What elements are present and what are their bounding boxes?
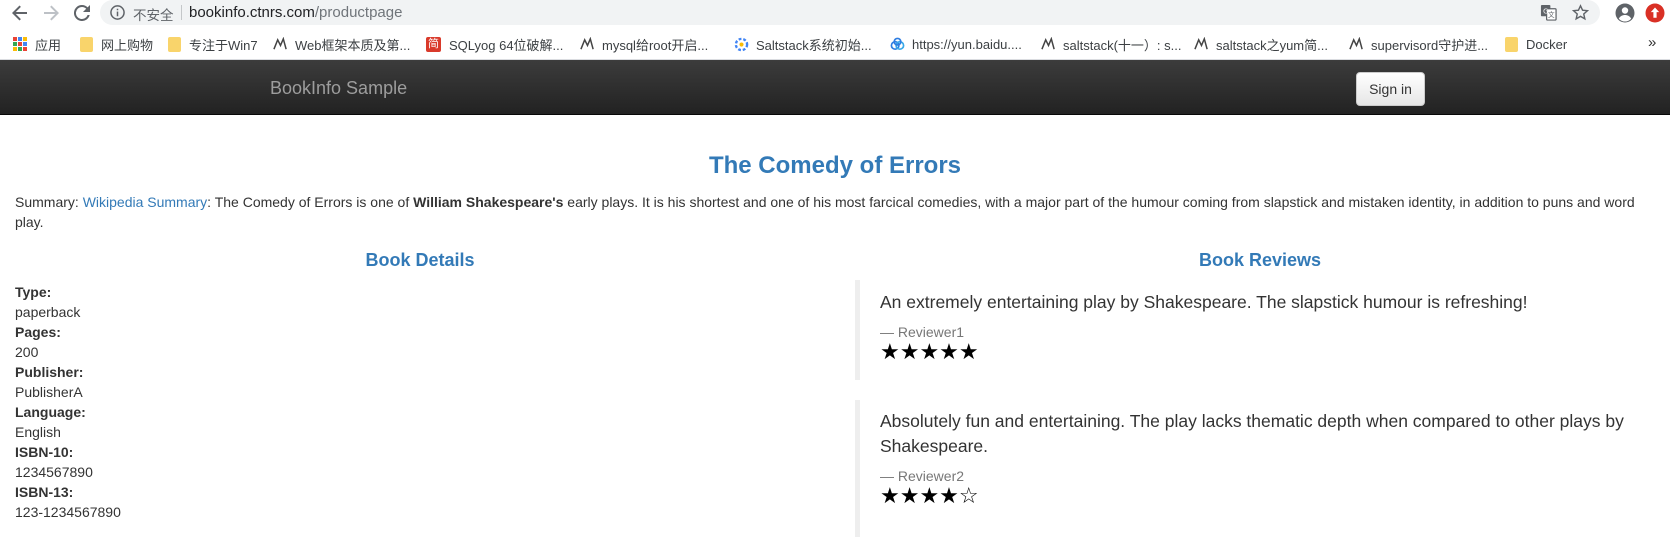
bookmark-label: Docker	[1526, 36, 1568, 52]
bookmark-label: 网上购物	[101, 37, 154, 53]
jian-icon: 简	[426, 36, 441, 52]
review-text: An extremely entertaining play by Shakes…	[880, 292, 1528, 312]
bookmark-docker[interactable]: Docker	[1505, 36, 1567, 52]
detail-value-isbn13: 123-1234567890	[15, 504, 121, 520]
apps-grid-icon	[13, 37, 27, 51]
url-path: /productpage	[314, 4, 403, 21]
navbar-brand[interactable]: BookInfo Sample	[270, 78, 407, 99]
book-reviews-heading: Book Reviews	[1198, 250, 1322, 270]
detail-label-isbn10: ISBN-10:	[15, 444, 74, 460]
folder-icon	[80, 36, 93, 52]
site-icon	[1349, 36, 1363, 51]
reload-icon[interactable]	[71, 2, 93, 24]
detail-label-pages: Pages:	[15, 324, 61, 340]
site-icon	[1041, 36, 1055, 51]
bookmark-label: 专注于Win7	[189, 37, 258, 53]
bookmark-label: SQLyog 64位破解...	[449, 37, 564, 53]
bookmark-label: supervisord守护进...	[1371, 37, 1489, 53]
update-available-icon[interactable]	[1645, 3, 1665, 28]
url-host: bookinfo.ctnrs.com	[189, 4, 315, 21]
folder-icon	[168, 36, 181, 52]
bookmark-label: mysql给root开启...	[602, 37, 709, 53]
bookmark-label: Saltstack系统初始...	[756, 37, 872, 53]
info-icon[interactable]	[110, 5, 125, 25]
bookmark-mysql[interactable]: mysql给root开启...	[580, 36, 709, 53]
detail-label-isbn13: ISBN-13:	[15, 484, 74, 500]
insecure-label: 不安全	[133, 8, 174, 23]
bookmark-star-icon[interactable]	[1571, 4, 1590, 26]
bookmarks-bar: 应用 网上购物 专注于Win7 Web框架本质及第... 简 SQLyog 64…	[0, 26, 1670, 60]
summary-author: William Shakespeare's	[413, 194, 564, 210]
detail-value-type: paperback	[15, 304, 81, 320]
svg-text:G: G	[1543, 7, 1548, 15]
bookmark-web-framework[interactable]: Web框架本质及第...	[273, 36, 411, 53]
folder-icon	[1505, 36, 1518, 52]
review-block: An extremely entertaining play by Shakes…	[855, 280, 1655, 380]
sign-in-button[interactable]: Sign in	[1356, 72, 1425, 106]
url-separator	[181, 5, 182, 20]
bookmark-apps[interactable]: 应用	[13, 36, 62, 53]
product-summary: Summary: Wikipedia Summary: The Comedy o…	[15, 192, 1655, 232]
bookmark-label: 应用	[35, 37, 62, 53]
svg-text:文: 文	[1548, 10, 1555, 19]
wikipedia-summary-link[interactable]: Wikipedia Summary	[83, 194, 207, 210]
detail-value-pages: 200	[15, 344, 39, 360]
bookmark-label: saltstack之yum简...	[1216, 37, 1328, 53]
review-text: Absolutely fun and entertaining. The pla…	[880, 411, 1624, 456]
book-details-list: Type: paperback Pages: 200 Publisher: Pu…	[15, 282, 121, 522]
forward-arrow-icon[interactable]	[40, 2, 62, 24]
bookmark-label: Web框架本质及第...	[295, 37, 411, 53]
site-icon	[580, 36, 594, 51]
product-title: The Comedy of Errors	[708, 152, 962, 179]
cloud-icon	[890, 37, 905, 51]
reviewer-name: — Reviewer1	[880, 324, 965, 340]
bookmark-label: https://yun.baidu....	[912, 36, 1022, 52]
bookmark-supervisord[interactable]: supervisord守护进...	[1349, 36, 1489, 53]
bookmark-win7[interactable]: 专注于Win7	[168, 36, 258, 53]
detail-value-isbn10: 1234567890	[15, 464, 93, 480]
gear-icon	[734, 37, 749, 52]
bookmark-shopping[interactable]: 网上购物	[80, 36, 154, 53]
star-rating: ★★★★★	[880, 339, 979, 364]
detail-label-type: Type:	[15, 284, 52, 300]
more-bookmarks-chevron-icon[interactable]: »	[1648, 34, 1656, 51]
site-icon	[1194, 36, 1208, 51]
bookmark-label: saltstack(十一）: s...	[1063, 37, 1182, 53]
app-navbar: BookInfo Sample Sign in	[0, 60, 1670, 115]
detail-value-language: English	[15, 424, 61, 440]
reviewer-name: — Reviewer2	[880, 468, 965, 484]
account-avatar-icon[interactable]	[1615, 3, 1635, 28]
summary-prefix: Summary:	[15, 194, 83, 210]
review-block: Absolutely fun and entertaining. The pla…	[855, 400, 1655, 537]
site-icon	[273, 36, 287, 51]
back-arrow-icon[interactable]	[9, 2, 31, 24]
detail-label-publisher: Publisher:	[15, 364, 84, 380]
url-bar[interactable]: 不安全 bookinfo.ctnrs.com/productpage 文G	[100, 0, 1600, 25]
detail-label-language: Language:	[15, 404, 86, 420]
summary-mid: : The Comedy of Errors is one of	[207, 194, 414, 210]
bookmark-saltstack-yum[interactable]: saltstack之yum简...	[1194, 36, 1328, 53]
translate-icon[interactable]: 文G	[1540, 4, 1557, 26]
bookmark-baidu-yun[interactable]: https://yun.baidu....	[890, 36, 1022, 52]
browser-toolbar: 不安全 bookinfo.ctnrs.com/productpage 文G	[0, 0, 1670, 26]
detail-value-publisher: PublisherA	[15, 384, 83, 400]
book-details-heading: Book Details	[365, 250, 475, 270]
url-text[interactable]: bookinfo.ctnrs.com/productpage	[189, 4, 402, 21]
bookmark-saltstack-11[interactable]: saltstack(十一）: s...	[1041, 36, 1182, 53]
bookmark-sqlyog[interactable]: 简 SQLyog 64位破解...	[426, 36, 564, 53]
bookmark-saltstack-init[interactable]: Saltstack系统初始...	[734, 36, 872, 53]
star-rating: ★★★★☆	[880, 483, 979, 508]
